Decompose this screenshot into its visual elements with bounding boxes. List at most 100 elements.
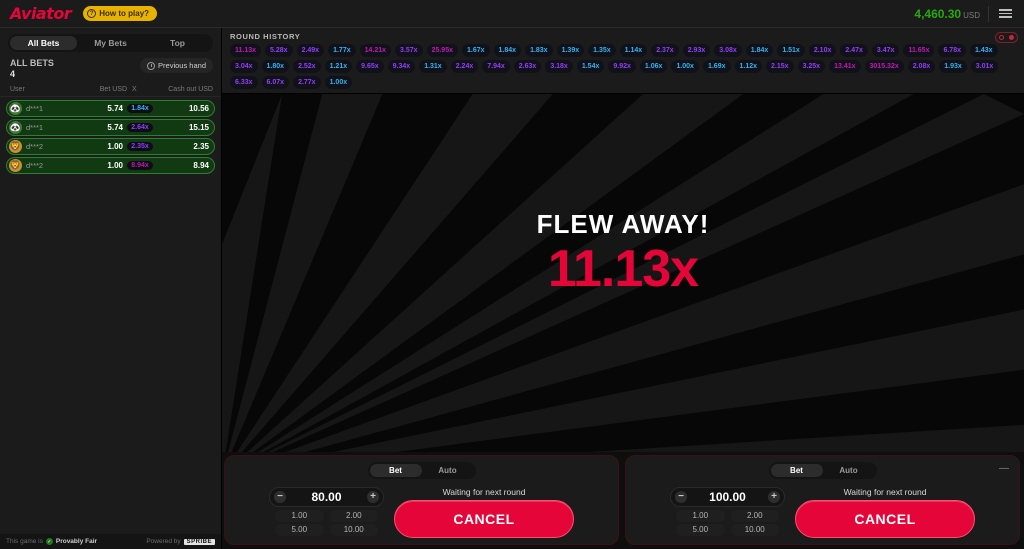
table-row[interactable]: 🐼 d***1 5.74 1.84x 10.56 [6, 100, 215, 117]
history-chip[interactable]: 1.35x [588, 44, 616, 57]
history-chip[interactable]: 1.80x [261, 60, 290, 73]
history-chip[interactable]: 1.54x [576, 60, 605, 73]
history-chip[interactable]: 2.93x [682, 44, 711, 57]
history-chip[interactable]: 11.65x [903, 44, 935, 57]
history-chip[interactable]: 25.95x [426, 44, 458, 57]
aviator-game-app: Aviator ? How to play? 4,460.30 USD All B… [0, 0, 1024, 549]
quick-amount-button[interactable]: 10.00 [730, 524, 779, 536]
history-chip[interactable]: 1.21x [324, 60, 353, 73]
history-chip[interactable]: 1.12x [734, 60, 763, 73]
history-chip[interactable]: 7.94x [482, 60, 510, 73]
question-circle-icon: ? [87, 9, 97, 18]
history-chip[interactable]: 3015.32x [864, 60, 904, 73]
quick-amount-button[interactable]: 5.00 [275, 524, 324, 536]
bet-panel-1-cancel-button[interactable]: CANCEL [394, 500, 574, 538]
history-chip[interactable]: 1.77x [328, 44, 356, 57]
flew-away-panel: FLEW AWAY! 11.13x [537, 209, 710, 297]
history-chip[interactable]: 14.21x [359, 44, 392, 57]
history-chip[interactable]: 1.00x [324, 76, 353, 89]
tab-all-bets[interactable]: All Bets [10, 36, 77, 50]
history-chip[interactable]: 1.51x [777, 44, 805, 57]
history-chip[interactable]: 1.43x [970, 44, 998, 57]
history-chip[interactable]: 1.84x [745, 44, 774, 57]
previous-hand-button[interactable]: Previous hand [140, 58, 213, 73]
bet-panel-2-quantity-stepper[interactable]: − 100.00 + [670, 487, 785, 507]
bet-panel-2-tab-auto[interactable]: Auto [823, 464, 875, 477]
provably-fair-bar: This game is ✓ Provably Fair Powered by … [0, 534, 221, 549]
all-bets-info: ALL BETS 4 [10, 58, 54, 80]
history-chip[interactable]: 13.41x [829, 60, 861, 73]
history-chip[interactable]: 1.06x [639, 60, 668, 73]
history-chip[interactable]: 3.57x [395, 44, 423, 57]
history-chip[interactable]: 5.28x [265, 44, 293, 57]
history-chip[interactable]: 2.77x [293, 76, 321, 89]
history-chip[interactable]: 2.49x [296, 44, 325, 57]
tab-my-bets[interactable]: My Bets [77, 36, 144, 50]
history-chip[interactable]: 1.39x [556, 44, 585, 57]
bet-panel-1-stake-value[interactable]: 80.00 [286, 490, 367, 504]
history-chip[interactable]: 3.04x [230, 60, 258, 73]
plus-circle-icon[interactable]: + [768, 491, 780, 503]
history-chip[interactable]: 9.65x [356, 60, 384, 73]
green-check-icon: ✓ [45, 538, 53, 545]
history-chip[interactable]: 1.31x [419, 60, 447, 73]
sidebar-tabs-wrap: All Bets My Bets Top [0, 28, 221, 56]
tab-top[interactable]: Top [144, 36, 211, 50]
table-row[interactable]: 🦁 d***2 1.00 2.35x 2.35 [6, 138, 215, 155]
history-chip[interactable]: 2.37x [651, 44, 679, 57]
history-chip[interactable]: 1.83x [525, 44, 553, 57]
history-chip[interactable]: 1.67x [462, 44, 490, 57]
how-to-play-button[interactable]: ? How to play? [83, 6, 158, 21]
column-cashout: Cash out USD [168, 86, 213, 93]
table-row[interactable]: 🦁 d***2 1.00 8.94x 8.94 [6, 157, 215, 174]
plus-circle-icon[interactable]: + [367, 491, 379, 503]
minus-circle-icon[interactable]: − [675, 491, 687, 503]
history-chip[interactable]: 1.00x [671, 60, 699, 73]
history-chip[interactable]: 2.52x [293, 60, 321, 73]
history-chip[interactable]: 3.25x [797, 60, 826, 73]
history-chip[interactable]: 2.24x [450, 60, 479, 73]
history-chip[interactable]: 1.93x [939, 60, 967, 73]
more-options-icon[interactable]: — [999, 464, 1010, 474]
quick-amount-button[interactable]: 2.00 [730, 510, 779, 522]
history-chip[interactable]: 3.08x [714, 44, 742, 57]
bet-panel-2-cancel-button[interactable]: CANCEL [795, 500, 975, 538]
quick-amount-button[interactable]: 1.00 [275, 510, 324, 522]
history-chip[interactable]: 9.92x [608, 60, 636, 73]
flew-away-title: FLEW AWAY! [536, 209, 710, 240]
history-chip[interactable]: 2.47x [840, 44, 868, 57]
history-chip[interactable]: 2.15x [766, 60, 794, 73]
history-chip[interactable]: 3.47x [871, 44, 900, 57]
history-expand-toggle-icon[interactable] [995, 32, 1018, 43]
bet-panel-2-stake-value[interactable]: 100.00 [687, 490, 768, 504]
bet-panel-2-tab-bet[interactable]: Bet [770, 464, 823, 477]
history-chip[interactable]: 3.18x [545, 60, 573, 73]
provably-fair-link[interactable]: Provably Fair [56, 538, 97, 545]
table-row[interactable]: 🐼 d***1 5.74 2.64x 15.15 [6, 119, 215, 136]
hamburger-menu-icon[interactable] [997, 7, 1014, 20]
history-chip[interactable]: 2.08x [907, 60, 936, 73]
bet-panel-1-tab-bet[interactable]: Bet [369, 464, 422, 477]
quick-amount-button[interactable]: 2.00 [329, 510, 378, 522]
bet-panel-2-stake-col: − 100.00 + 1.00 2.00 5.00 10.00 [670, 487, 785, 536]
history-chip[interactable]: 11.13x [230, 44, 262, 57]
row-multiplier-cell: 1.84x [123, 104, 157, 113]
history-chip[interactable]: 6.78x [938, 44, 966, 57]
minus-circle-icon[interactable]: − [274, 491, 286, 503]
bet-panel-1-tab-auto[interactable]: Auto [422, 464, 474, 477]
history-chip[interactable]: 2.10x [808, 44, 837, 57]
row-bet: 1.00 [107, 161, 123, 170]
history-chip[interactable]: 9.34x [387, 60, 416, 73]
history-chip[interactable]: 3.01x [970, 60, 999, 73]
quick-amount-button[interactable]: 5.00 [676, 524, 725, 536]
quick-amount-button[interactable]: 1.00 [676, 510, 725, 522]
history-chip[interactable]: 6.07x [261, 76, 290, 89]
history-chip[interactable]: 6.33x [230, 76, 258, 89]
bet-panel-1-quantity-stepper[interactable]: − 80.00 + [269, 487, 384, 507]
balance-display: 4,460.30 USD [914, 7, 980, 21]
history-chip[interactable]: 1.69x [702, 60, 731, 73]
history-chip[interactable]: 1.84x [493, 44, 522, 57]
history-chip[interactable]: 1.14x [619, 44, 648, 57]
history-chip[interactable]: 2.63x [513, 60, 542, 73]
quick-amount-button[interactable]: 10.00 [329, 524, 378, 536]
